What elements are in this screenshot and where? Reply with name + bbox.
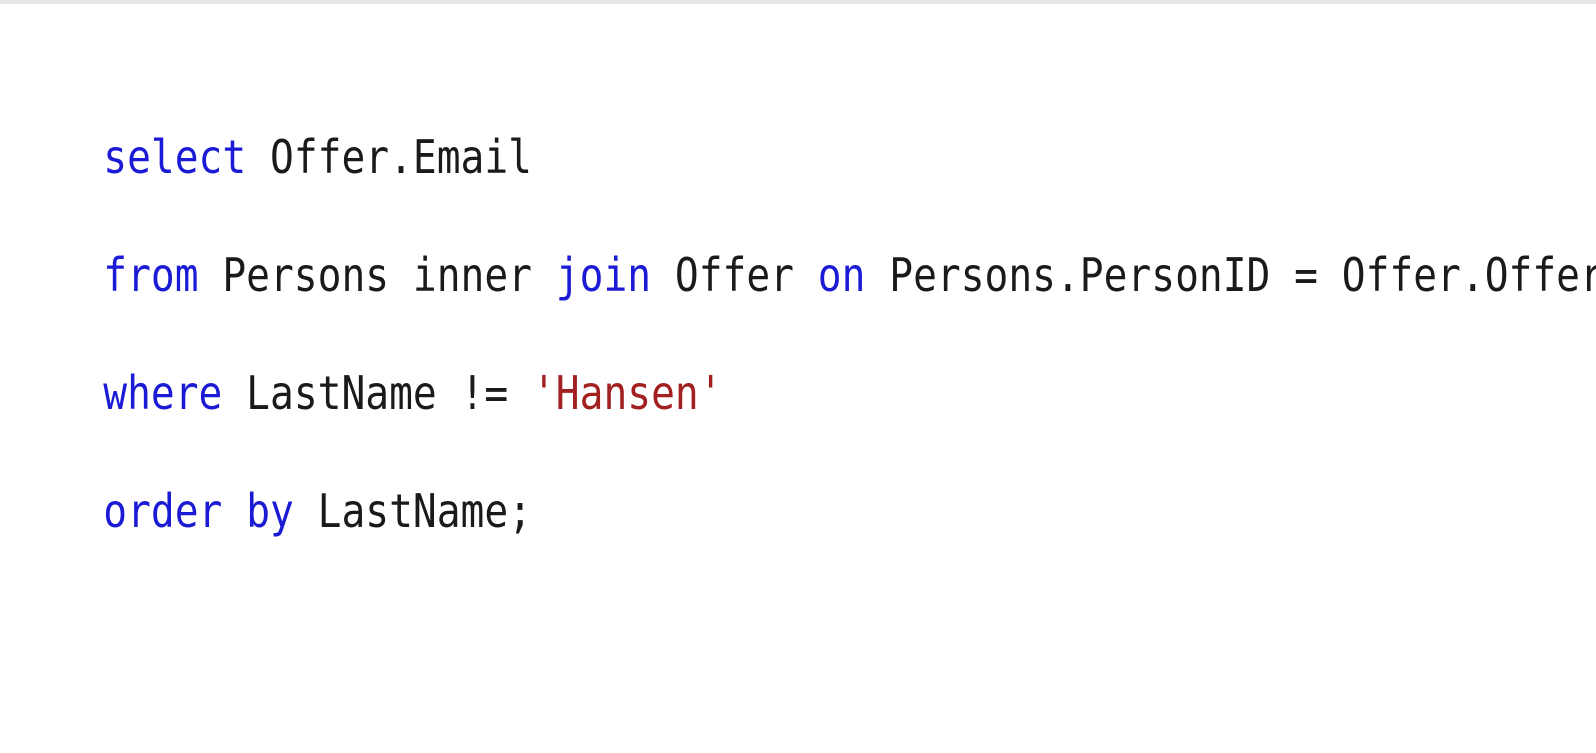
keyword-by: by xyxy=(246,484,294,538)
sql-code-editor[interactable]: select Offer.Email from Persons inner jo… xyxy=(8,52,1596,742)
code-line-select: select Offer.Email xyxy=(8,52,1367,184)
order-column: LastName; xyxy=(293,484,533,538)
code-line-order-by: order by LastName; xyxy=(8,406,1367,538)
code-line-where: where LastName != 'Hansen' xyxy=(8,288,1367,420)
top-border xyxy=(0,0,1596,4)
order-space xyxy=(222,484,246,538)
keyword-order: order xyxy=(103,484,223,538)
code-line-from: from Persons inner join Offer on Persons… xyxy=(8,170,1596,302)
